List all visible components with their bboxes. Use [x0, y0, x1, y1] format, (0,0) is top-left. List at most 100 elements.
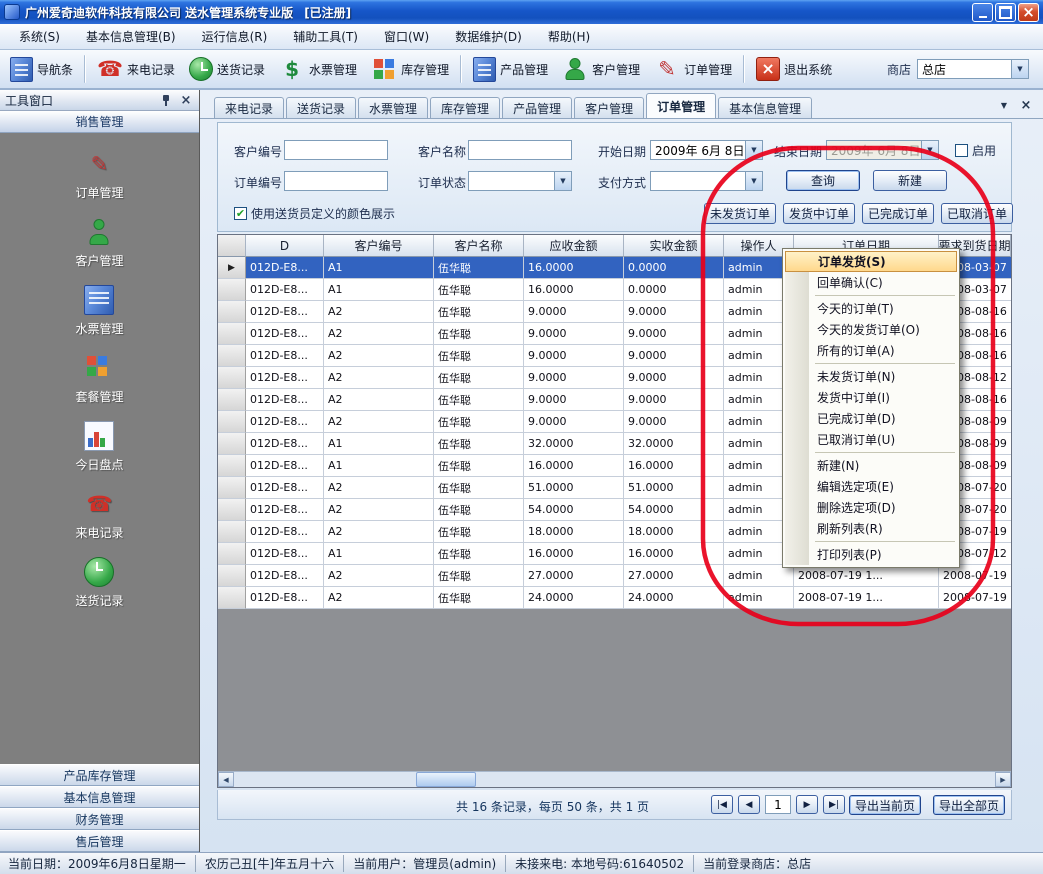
pin-icon[interactable]	[158, 93, 174, 108]
prev-page-button[interactable]: ◀	[738, 795, 760, 814]
pay-method-select[interactable]	[650, 171, 763, 191]
enable-checkbox[interactable]: 启用	[955, 142, 996, 159]
close-button[interactable]	[1018, 3, 1039, 22]
context-menu-item[interactable]: 打印列表(P)	[785, 544, 957, 565]
row-selector-cell[interactable]: ▶	[218, 257, 246, 279]
chevron-down-icon[interactable]	[745, 141, 762, 159]
export-all-pages-button[interactable]: 导出全部页	[933, 795, 1005, 815]
horizontal-scrollbar[interactable]	[218, 771, 1011, 787]
start-date-picker[interactable]: 2009年 6月 8日	[650, 140, 763, 160]
menu-item[interactable]: 辅助工具(T)	[280, 24, 371, 49]
customer-name-input[interactable]	[468, 140, 572, 160]
sidebar-group-bar[interactable]: 基本信息管理	[0, 786, 199, 808]
column-header-receivable[interactable]: 应收金额	[524, 235, 624, 257]
toolbar-button[interactable]: 来电记录	[91, 53, 181, 85]
sidebar-item[interactable]: 来电记录	[75, 489, 123, 541]
menu-item[interactable]: 帮助(H)	[535, 24, 603, 49]
context-menu-item[interactable]: 删除选定项(D)	[785, 497, 957, 518]
toolbar-button[interactable]: 退出系统	[750, 54, 838, 84]
sidebar-item[interactable]: 送货记录	[75, 557, 123, 609]
context-menu-item[interactable]: 发货中订单(I)	[785, 387, 957, 408]
sidebar-item[interactable]: 水票管理	[75, 285, 123, 337]
sidebar-item[interactable]: 客户管理	[75, 217, 123, 269]
context-menu-item[interactable]: 今天的订单(T)	[785, 298, 957, 319]
scrollbar-thumb[interactable]	[416, 772, 476, 787]
maximize-button[interactable]	[995, 3, 1016, 22]
scroll-left-icon[interactable]	[218, 772, 234, 787]
toolbar-button[interactable]: 库存管理	[365, 53, 455, 85]
column-header-customer-name[interactable]: 客户名称	[434, 235, 524, 257]
first-page-button[interactable]: |◀	[711, 795, 733, 814]
row-selector-cell[interactable]	[218, 477, 246, 499]
menu-item[interactable]: 基本信息管理(B)	[73, 24, 189, 49]
chevron-down-icon[interactable]	[1011, 60, 1028, 78]
toolbar-button[interactable]: 客户管理	[556, 53, 646, 85]
column-header-customer-no[interactable]: 客户编号	[324, 235, 434, 257]
query-button[interactable]: 查询	[786, 170, 860, 191]
order-status-select[interactable]	[468, 171, 572, 191]
customer-no-input[interactable]	[284, 140, 388, 160]
status-filter-button[interactable]: 未发货订单	[704, 203, 776, 224]
table-row[interactable]: 012D-E8... A2 伍华聪 24.0000 24.0000 admin …	[218, 587, 1011, 609]
page-number-input[interactable]: 1	[765, 795, 791, 814]
row-selector-cell[interactable]	[218, 543, 246, 565]
row-selector-cell[interactable]	[218, 433, 246, 455]
tab[interactable]: 客户管理	[574, 97, 644, 118]
context-menu-item[interactable]: 新建(N)	[785, 455, 957, 476]
menu-item[interactable]: 运行信息(R)	[189, 24, 281, 49]
context-menu-item[interactable]: 刷新列表(R)	[785, 518, 957, 539]
row-selector-cell[interactable]	[218, 521, 246, 543]
row-selector-cell[interactable]	[218, 367, 246, 389]
row-selector-cell[interactable]	[218, 389, 246, 411]
close-icon[interactable]	[1019, 98, 1033, 112]
table-row[interactable]: 012D-E8... A2 伍华聪 27.0000 27.0000 admin …	[218, 565, 1011, 587]
status-filter-button[interactable]: 已取消订单	[941, 203, 1013, 224]
sidebar-group-bar[interactable]: 产品库存管理	[0, 764, 199, 786]
menu-item[interactable]: 系统(S)	[6, 24, 73, 49]
toolbar-button[interactable]	[743, 55, 745, 83]
scrollbar-track[interactable]	[234, 772, 995, 787]
tab[interactable]: 订单管理	[646, 93, 716, 118]
sidebar-group-bar[interactable]: 售后管理	[0, 830, 199, 852]
toolbar-button[interactable]: 导航条	[4, 54, 79, 85]
tab[interactable]: 水票管理	[358, 97, 428, 118]
sidebar-group-bar[interactable]: 财务管理	[0, 808, 199, 830]
sidebar-group-sales[interactable]: 销售管理	[0, 111, 199, 133]
tab[interactable]: 基本信息管理	[718, 97, 812, 118]
tab[interactable]: 送货记录	[286, 97, 356, 118]
column-header-received[interactable]: 实收金额	[624, 235, 724, 257]
minimize-button[interactable]	[972, 3, 993, 22]
toolbar-button[interactable]	[460, 55, 462, 83]
next-page-button[interactable]: ▶	[796, 795, 818, 814]
status-filter-button[interactable]: 已完成订单	[862, 203, 934, 224]
row-selector-cell[interactable]	[218, 565, 246, 587]
row-selector-cell[interactable]	[218, 455, 246, 477]
close-icon[interactable]	[178, 93, 194, 108]
tab[interactable]: 来电记录	[214, 97, 284, 118]
new-button[interactable]: 新建	[873, 170, 947, 191]
row-selector-cell[interactable]	[218, 587, 246, 609]
chevron-down-icon[interactable]	[554, 172, 571, 190]
toolbar-button[interactable]	[84, 55, 86, 83]
context-menu-item[interactable]: 未发货订单(N)	[785, 366, 957, 387]
row-selector-cell[interactable]	[218, 301, 246, 323]
chevron-down-icon[interactable]	[745, 172, 762, 190]
sidebar-item[interactable]: 套餐管理	[75, 353, 123, 405]
toolbar-button[interactable]: 水票管理	[273, 53, 363, 85]
context-menu-item[interactable]: 已取消订单(U)	[785, 429, 957, 450]
last-page-button[interactable]: ▶|	[823, 795, 845, 814]
toolbar-button[interactable]: 订单管理	[648, 53, 738, 85]
column-header-id[interactable]: D	[246, 235, 324, 257]
context-menu-item[interactable]: 编辑选定项(E)	[785, 476, 957, 497]
store-select[interactable]: 总店	[917, 59, 1029, 79]
row-selector-cell[interactable]	[218, 279, 246, 301]
menu-item[interactable]: 数据维护(D)	[442, 24, 535, 49]
chevron-down-icon[interactable]	[921, 141, 938, 159]
chevron-down-icon[interactable]	[997, 98, 1011, 112]
context-menu-item[interactable]: 今天的发货订单(O)	[785, 319, 957, 340]
sidebar-item[interactable]: 今日盘点	[75, 421, 123, 473]
toolbar-button[interactable]: 产品管理	[467, 54, 554, 85]
context-menu-item[interactable]: 已完成订单(D)	[785, 408, 957, 429]
order-no-input[interactable]	[284, 171, 388, 191]
context-menu-item[interactable]: 回单确认(C)	[785, 272, 957, 293]
